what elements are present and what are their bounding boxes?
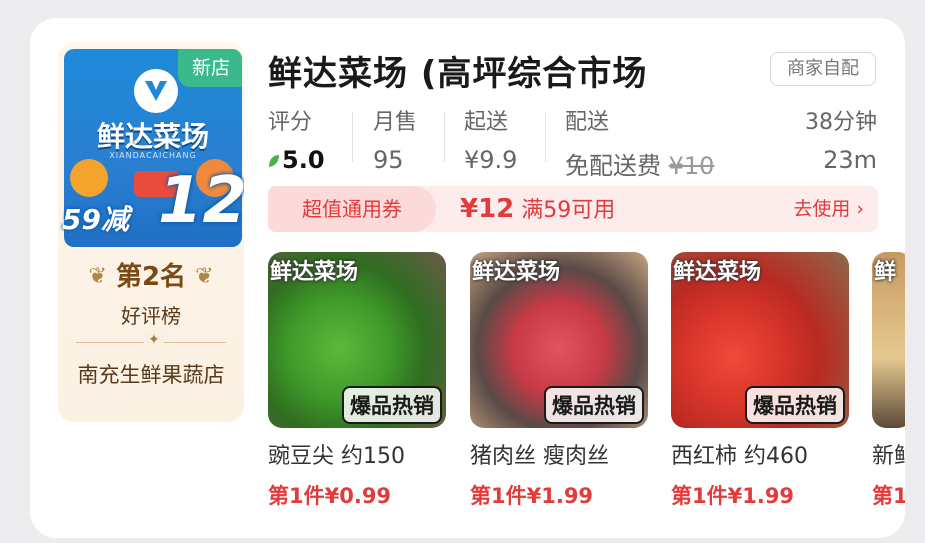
rating-label: 评分	[268, 110, 313, 135]
product-price: 第1件¥1.99	[470, 484, 594, 508]
product-name: 猪肉丝 瘦肉丝	[470, 444, 609, 469]
divider	[545, 112, 546, 162]
product-brand-overlay: 鲜达菜场	[270, 260, 359, 285]
delivery-original-fee: ¥10	[668, 152, 715, 180]
sales-value: 95	[373, 146, 404, 174]
product-card[interactable]: 鲜达菜场 爆品热销 西红柿 约460 第1件¥1.99	[671, 252, 849, 510]
product-brand-overlay: 鲜达菜场	[472, 260, 561, 285]
min-order-stat: 起送 ¥9.9	[464, 104, 517, 174]
product-card[interactable]: 鲜 新鲜 第1	[872, 252, 905, 510]
distance: 23m	[823, 146, 877, 174]
laurel-right-icon: ❦	[195, 264, 214, 289]
delivery-time: 38分钟	[805, 110, 877, 135]
product-image: 鲜达菜场 爆品热销	[470, 252, 648, 428]
product-image: 鲜达菜场 爆品热销	[671, 252, 849, 428]
leaf-logo-icon	[134, 69, 178, 113]
product-brand-overlay: 鲜达菜场	[673, 260, 762, 285]
product-card[interactable]: 鲜达菜场 爆品热销 豌豆尖 约150 第1件¥0.99	[268, 252, 446, 510]
store-promo-banner[interactable]: 鲜达菜场 XIANDACAICHANG 新店 59减 12 ❦ 第2名 ❦ 好评…	[58, 42, 244, 422]
delivery-stat: 配送 免配送费 ¥10	[565, 104, 714, 181]
sparkle-icon: ✦	[144, 332, 164, 348]
discount-amount: 12	[158, 164, 244, 238]
ranking-title: ❦ 第2名 ❦	[58, 256, 244, 293]
product-brand-overlay: 鲜	[874, 260, 897, 285]
coupon-amount: ¥12	[460, 194, 515, 224]
ranking-list-name: 好评榜	[121, 304, 181, 328]
delivery-fee: 免配送费	[565, 152, 661, 180]
divider	[352, 112, 353, 162]
product-price: 第1件¥0.99	[268, 484, 392, 508]
product-price: 第1	[872, 484, 905, 508]
rating-stat: 评分 5.0	[268, 104, 325, 174]
coupon-condition: 满59可用	[521, 198, 616, 223]
sales-label: 月售	[373, 110, 418, 135]
delivery-time-stat: 38分钟 23m	[805, 104, 877, 174]
store-card[interactable]: 鲜达菜场 XIANDACAICHANG 新店 59减 12 ❦ 第2名 ❦ 好评…	[30, 18, 905, 538]
product-card[interactable]: 鲜达菜场 爆品热销 猪肉丝 瘦肉丝 第1件¥1.99	[470, 252, 648, 510]
ranking-value: 第2名	[115, 262, 187, 292]
merchant-delivery-tag: 商家自配	[770, 52, 876, 86]
use-coupon-button[interactable]: 去使用 ›	[793, 186, 864, 232]
product-image: 鲜达菜场 爆品热销	[268, 252, 446, 428]
rating-value: 5.0	[282, 146, 325, 174]
hot-sale-badge: 爆品热销	[342, 386, 442, 424]
sales-stat: 月售 95	[373, 104, 417, 174]
delivery-value-row: 免配送费 ¥10	[565, 146, 714, 181]
discount-promo: 59减 12	[58, 164, 244, 244]
divider	[444, 112, 445, 162]
store-location: 南充生鲜果蔬店	[77, 363, 225, 387]
hot-sale-badge: 爆品热销	[745, 386, 845, 424]
product-name: 西红柿 约460	[671, 444, 808, 469]
logo-text: 鲜达菜场	[96, 120, 209, 153]
product-image: 鲜	[872, 252, 905, 428]
leaf-icon	[269, 155, 279, 167]
hot-sale-badge: 爆品热销	[544, 386, 644, 424]
discount-threshold: 59减	[62, 203, 129, 236]
product-name: 豌豆尖 约150	[268, 444, 405, 469]
rating-value-row: 5.0	[268, 146, 325, 174]
product-name: 新鲜	[872, 444, 905, 469]
min-order-label: 起送	[464, 110, 509, 135]
store-title[interactable]: 鲜达菜场 (高坪综合市场	[268, 46, 647, 95]
coupon-tag: 超值通用券	[268, 186, 436, 232]
delivery-label: 配送	[565, 110, 610, 135]
min-order-value: ¥9.9	[464, 146, 518, 174]
coupon-info: ¥12 满59可用	[460, 186, 615, 234]
product-price: 第1件¥1.99	[671, 484, 795, 508]
coupon-banner[interactable]: 超值通用券 ¥12 满59可用 去使用 ›	[268, 186, 878, 232]
laurel-left-icon: ❦	[88, 264, 107, 289]
new-store-badge: 新店	[178, 49, 242, 87]
